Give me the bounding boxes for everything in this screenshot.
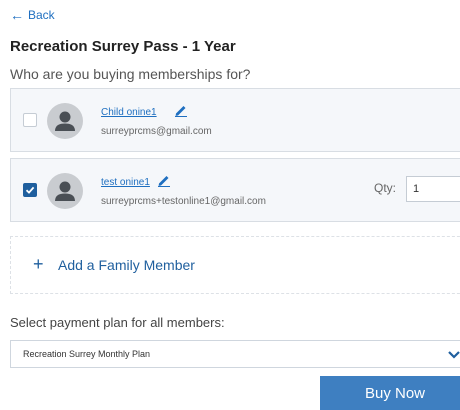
edit-pencil-icon[interactable] (174, 103, 188, 117)
checkmark-icon (25, 186, 35, 194)
qty-input[interactable] (406, 176, 460, 202)
member-card: Child onine1 surreyprcms@gmail.com (10, 88, 460, 152)
add-family-member-label: Add a Family Member (58, 257, 195, 273)
buy-now-button[interactable]: Buy Now (320, 376, 460, 410)
qty-label: Qty: (374, 181, 397, 195)
edit-pencil-icon[interactable] (157, 173, 171, 187)
payment-plan-value: Recreation Surrey Monthly Plan (23, 349, 151, 359)
arrow-left-icon: ← (10, 7, 24, 23)
member-checkbox[interactable] (23, 183, 37, 197)
add-family-member-button[interactable]: + Add a Family Member (10, 236, 460, 294)
back-label: Back (28, 8, 55, 22)
page-subtitle: Who are you buying memberships for? (10, 66, 251, 82)
chevron-down-icon (448, 351, 460, 359)
back-link[interactable]: ← Back (10, 8, 55, 22)
payment-plan-label: Select payment plan for all members: (10, 315, 225, 330)
user-icon (55, 111, 75, 131)
page-title: Recreation Surrey Pass - 1 Year (10, 38, 236, 55)
member-checkbox[interactable] (23, 113, 37, 127)
plus-icon: + (33, 254, 44, 274)
member-card: test onine1 surreyprcms+testonline1@gmai… (10, 158, 460, 222)
payment-plan-select[interactable]: Recreation Surrey Monthly Plan (10, 340, 460, 368)
avatar (47, 173, 83, 209)
member-name-link[interactable]: test onine1 (101, 177, 150, 188)
member-name-link[interactable]: Child onine1 (101, 107, 157, 118)
avatar (47, 103, 83, 139)
user-icon (55, 181, 75, 201)
member-email: surreyprcms+testonline1@gmail.com (101, 196, 266, 207)
member-email: surreyprcms@gmail.com (101, 126, 212, 137)
